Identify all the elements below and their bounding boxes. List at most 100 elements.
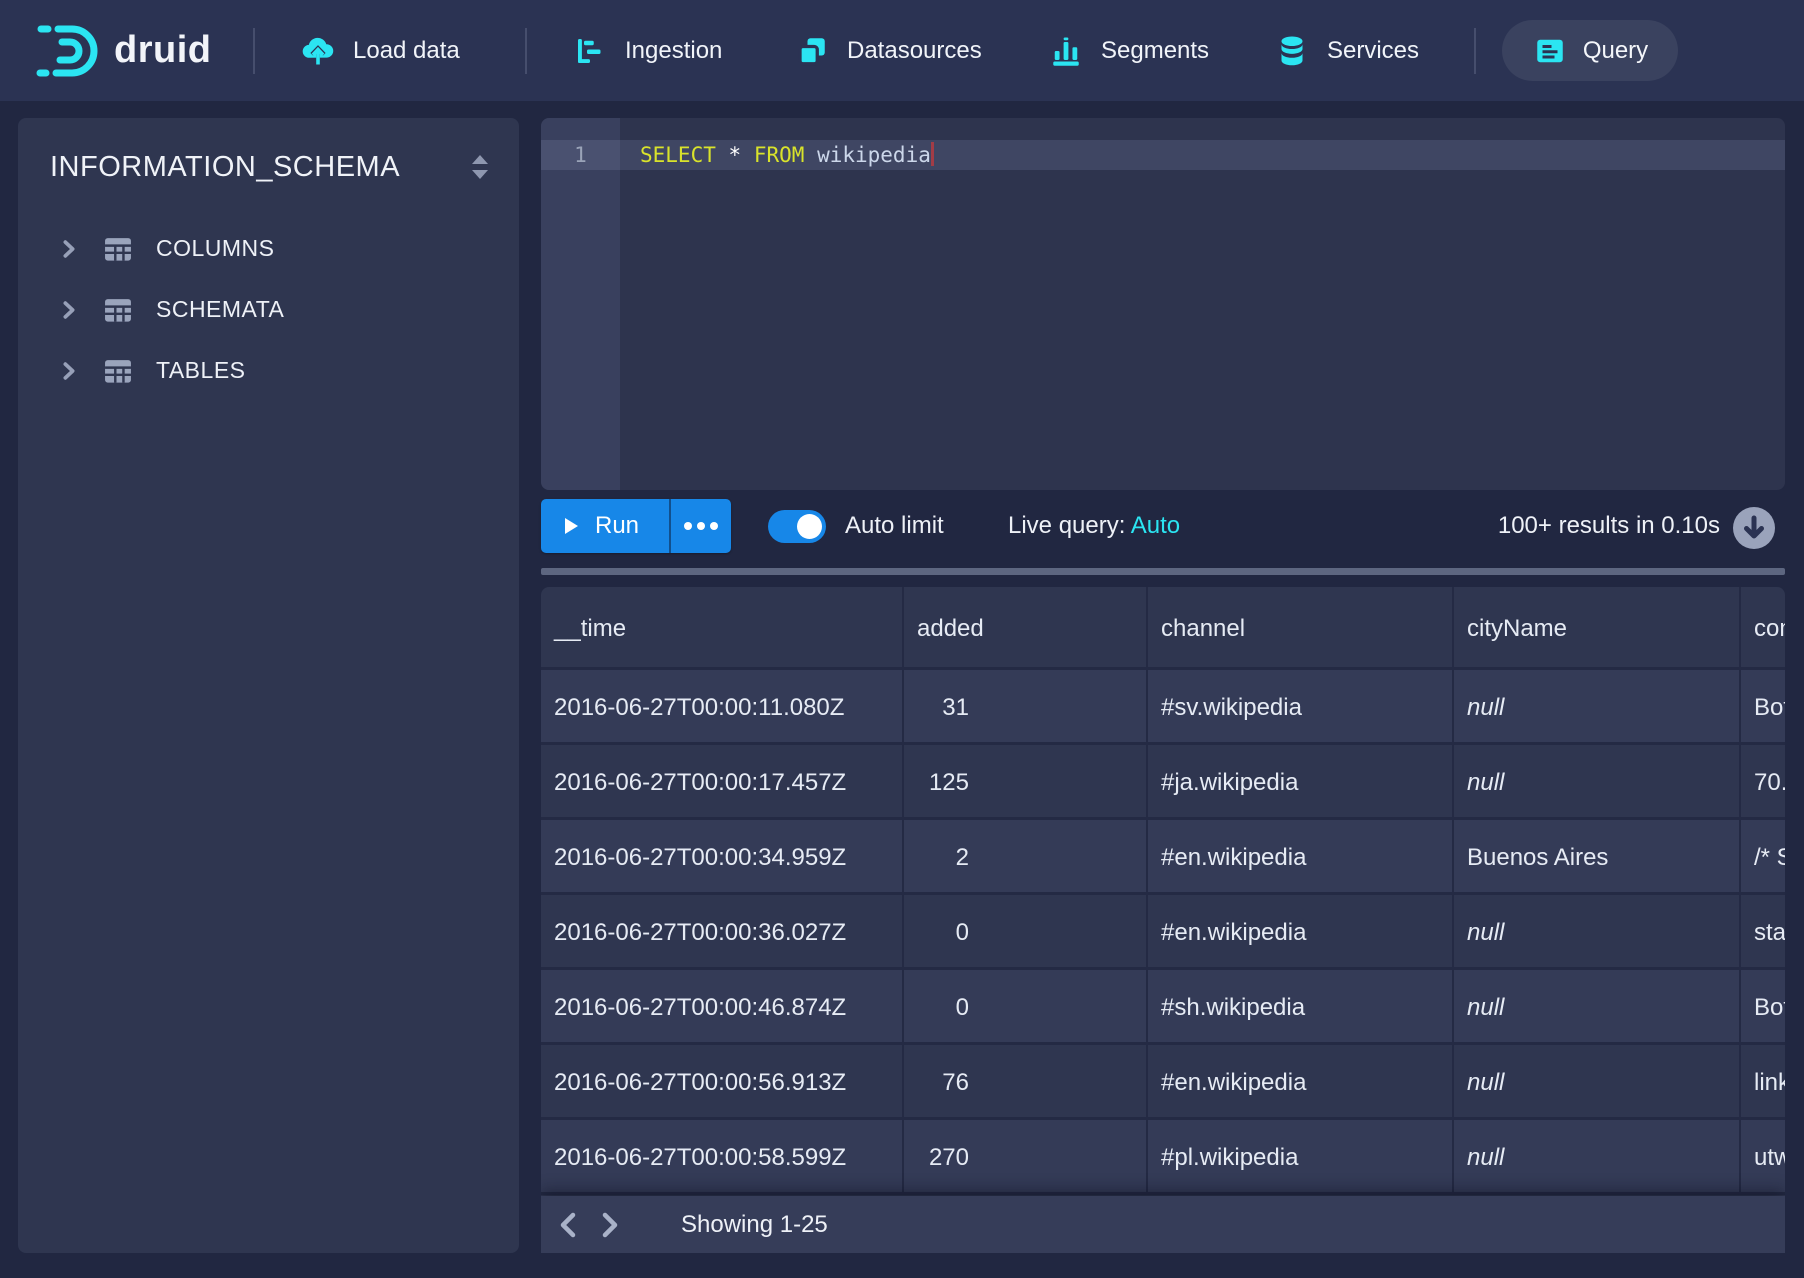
sql-keyword: FROM	[754, 143, 805, 167]
results-panel: __timeaddedchannelcityNamecomment 2016-0…	[541, 587, 1785, 1253]
table-cell[interactable]: sta	[1741, 895, 1785, 970]
results-table-body: 2016-06-27T00:00:11.080Z31#sv.wikipedian…	[541, 670, 1785, 1195]
previous-page-button[interactable]	[549, 1196, 589, 1253]
table-cell[interactable]: null	[1454, 970, 1741, 1045]
table-cell[interactable]: #en.wikipedia	[1148, 895, 1454, 970]
table-cell[interactable]: 270	[904, 1120, 1148, 1195]
table-cell[interactable]: 70.	[1741, 745, 1785, 820]
table-row: 2016-06-27T00:00:34.959Z2#en.wikipediaBu…	[541, 820, 1785, 895]
editor-line-1[interactable]: 1 SELECT * FROM wikipedia	[541, 140, 1785, 170]
table-row: 2016-06-27T00:00:58.599Z270#pl.wikipedia…	[541, 1120, 1785, 1195]
table-cell[interactable]: null	[1454, 1045, 1741, 1120]
run-button[interactable]: Run	[541, 499, 669, 553]
table-cell[interactable]: 125	[904, 745, 1148, 820]
run-more-options-button[interactable]	[671, 499, 731, 553]
druid-logo-icon[interactable]	[36, 24, 110, 78]
table-cell[interactable]: #sh.wikipedia	[1148, 970, 1454, 1045]
chevron-right-icon[interactable]	[58, 238, 80, 260]
nav-item-label: Query	[1583, 37, 1648, 65]
sql-editor[interactable]: 1 SELECT * FROM wikipedia	[541, 118, 1785, 490]
panel-resize-handle[interactable]	[541, 568, 1785, 575]
chevron-right-icon[interactable]	[58, 360, 80, 382]
nav-item-datasources[interactable]: Datasources	[794, 0, 982, 101]
table-cell[interactable]: 2016-06-27T00:00:56.913Z	[541, 1045, 904, 1120]
nav-item-load-data[interactable]: Load data	[300, 0, 460, 101]
table-cell[interactable]: null	[1454, 895, 1741, 970]
table-cell[interactable]: 31	[904, 670, 1148, 745]
column-header-cityName[interactable]: cityName	[1454, 587, 1741, 670]
table-cell[interactable]: 2	[904, 820, 1148, 895]
table-cell[interactable]: /* S	[1741, 820, 1785, 895]
tree-item-label: COLUMNS	[156, 235, 275, 262]
table-cell[interactable]: null	[1454, 745, 1741, 820]
table-cell[interactable]: #sv.wikipedia	[1148, 670, 1454, 745]
tree-item-label: SCHEMATA	[156, 296, 284, 323]
sql-keyword: SELECT	[640, 143, 716, 167]
nav-item-label: Datasources	[847, 37, 982, 65]
table-cell[interactable]: 76	[904, 1045, 1148, 1120]
text-cursor	[931, 142, 934, 166]
nav-divider	[1474, 28, 1476, 74]
live-query-label: Live query:	[1008, 512, 1125, 539]
table-cell[interactable]: Bot	[1741, 970, 1785, 1045]
table-cell[interactable]: 2016-06-27T00:00:34.959Z	[541, 820, 904, 895]
tree-item-schemata[interactable]: SCHEMATA	[18, 279, 519, 340]
nav-item-label: Segments	[1101, 37, 1209, 65]
table-cell[interactable]: 2016-06-27T00:00:58.599Z	[541, 1120, 904, 1195]
table-cell[interactable]: 2016-06-27T00:00:46.874Z	[541, 970, 904, 1045]
table-cell[interactable]: null	[1454, 670, 1741, 745]
app-title[interactable]: druid	[114, 0, 211, 101]
results-summary: 100+ results in 0.10s	[1498, 499, 1720, 553]
table-icon	[101, 356, 135, 386]
nav-item-segments[interactable]: Segments	[1048, 0, 1209, 101]
chevron-left-icon	[557, 1212, 581, 1238]
column-header-added[interactable]: added	[904, 587, 1148, 670]
tree-item-columns[interactable]: COLUMNS	[18, 218, 519, 279]
play-icon	[564, 517, 579, 535]
pagination-status: Showing 1-25	[681, 1211, 828, 1239]
table-icon	[101, 295, 135, 325]
schema-title: INFORMATION_SCHEMA	[50, 151, 467, 184]
schema-sidebar: INFORMATION_SCHEMA COLUMNS	[18, 118, 519, 1253]
table-cell[interactable]: 0	[904, 970, 1148, 1045]
table-cell[interactable]: Buenos Aires	[1454, 820, 1741, 895]
run-button-label: Run	[595, 512, 639, 540]
table-cell[interactable]: #ja.wikipedia	[1148, 745, 1454, 820]
auto-limit-toggle[interactable]	[768, 510, 826, 543]
nav-item-ingestion[interactable]: Ingestion	[572, 0, 722, 101]
column-header-comment[interactable]: comment	[1741, 587, 1785, 670]
tree-item-tables[interactable]: TABLES	[18, 340, 519, 401]
stacked-squares-icon	[794, 33, 830, 69]
download-icon	[1733, 507, 1775, 549]
table-cell[interactable]: Bot	[1741, 670, 1785, 745]
chevron-right-icon[interactable]	[58, 299, 80, 321]
nav-item-query-active[interactable]: Query	[1502, 20, 1678, 81]
table-cell[interactable]: link	[1741, 1045, 1785, 1120]
live-query-value[interactable]: Auto	[1131, 512, 1180, 539]
gantt-chart-icon	[572, 33, 608, 69]
top-navbar: druid Load data Ingestion Datasources	[0, 0, 1804, 101]
table-cell[interactable]: 0	[904, 895, 1148, 970]
download-results-button[interactable]	[1732, 506, 1776, 550]
column-header-__time[interactable]: __time	[541, 587, 904, 670]
sql-text: SELECT * FROM wikipedia	[640, 140, 934, 170]
table-cell[interactable]: null	[1454, 1120, 1741, 1195]
table-cell[interactable]: #en.wikipedia	[1148, 820, 1454, 895]
table-cell[interactable]: 2016-06-27T00:00:11.080Z	[541, 670, 904, 745]
table-cell[interactable]: utw	[1741, 1120, 1785, 1195]
nav-item-services[interactable]: Services	[1274, 0, 1419, 101]
next-page-button[interactable]	[589, 1196, 629, 1253]
table-row: 2016-06-27T00:00:36.027Z0#en.wikipedianu…	[541, 895, 1785, 970]
toggle-knob	[797, 514, 822, 539]
table-row: 2016-06-27T00:00:46.874Z0#sh.wikipedianu…	[541, 970, 1785, 1045]
table-cell[interactable]: 2016-06-27T00:00:17.457Z	[541, 745, 904, 820]
nav-item-label: Load data	[353, 37, 460, 65]
auto-limit-label: Auto limit	[845, 499, 944, 553]
column-header-channel[interactable]: channel	[1148, 587, 1454, 670]
schema-selector[interactable]: INFORMATION_SCHEMA	[18, 118, 519, 206]
double-caret-vertical-icon[interactable]	[467, 152, 493, 182]
table-cell[interactable]: #en.wikipedia	[1148, 1045, 1454, 1120]
table-cell[interactable]: 2016-06-27T00:00:36.027Z	[541, 895, 904, 970]
nav-item-label: Services	[1327, 37, 1419, 65]
table-cell[interactable]: #pl.wikipedia	[1148, 1120, 1454, 1195]
